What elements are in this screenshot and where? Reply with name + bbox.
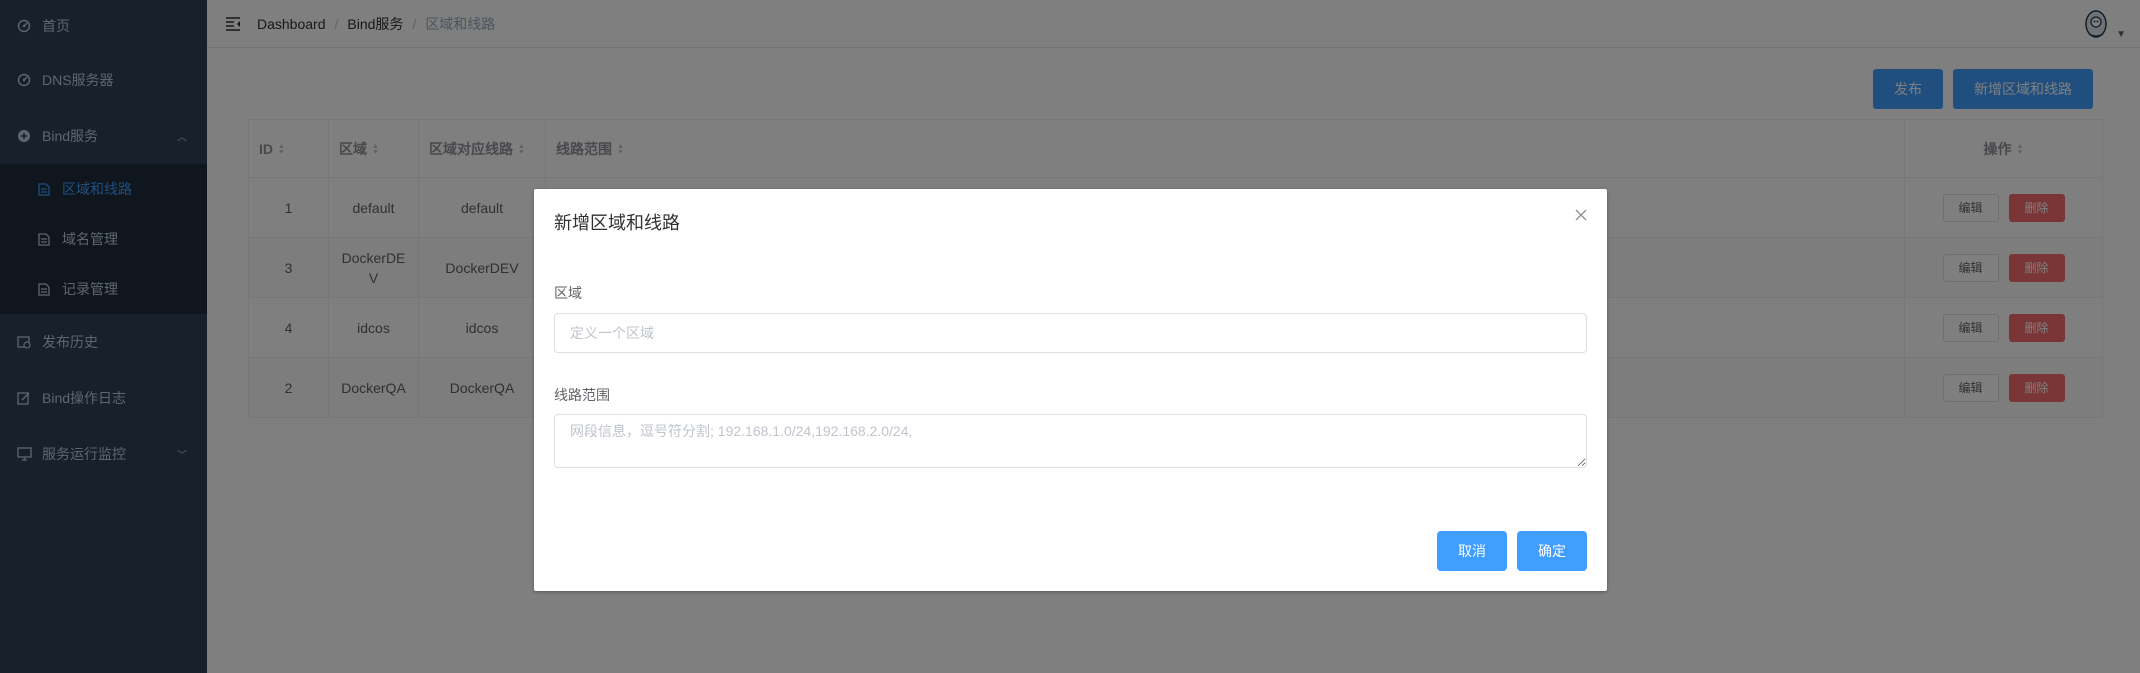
zone-input[interactable] — [554, 313, 1587, 353]
dialog-title: 新增区域和线路 — [554, 213, 680, 233]
confirm-button[interactable]: 确定 — [1517, 531, 1587, 571]
cancel-button[interactable]: 取消 — [1437, 531, 1507, 571]
range-label: 线路范围 — [554, 387, 610, 403]
add-zone-line-dialog: 新增区域和线路 区域 线路范围 取消 确定 — [534, 189, 1607, 591]
zone-label: 区域 — [554, 285, 582, 301]
close-icon[interactable] — [1573, 207, 1589, 223]
range-textarea[interactable] — [554, 414, 1587, 468]
